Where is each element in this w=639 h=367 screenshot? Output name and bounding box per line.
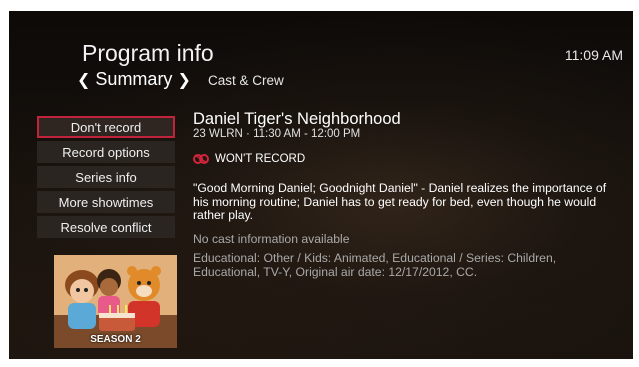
cast-info: No cast information available [193, 232, 350, 246]
record-status: WON'T RECORD [193, 153, 305, 165]
tab-summary[interactable]: ❮ Summary ❯ [77, 69, 191, 90]
clock: 11:09 AM [564, 47, 623, 63]
no-record-icon [193, 154, 209, 164]
episode-description: "Good Morning Daniel; Goodnight Daniel" … [193, 181, 607, 222]
chevron-right-icon: ❯ [177, 72, 191, 89]
tab-cast-crew[interactable]: Cast & Crew [208, 73, 284, 88]
record-status-label: WON'T RECORD [215, 153, 306, 165]
program-details: Educational: Other / Kids: Animated, Edu… [193, 251, 557, 279]
page-title: Program info [82, 40, 214, 66]
chevron-left-icon: ❮ [77, 72, 91, 89]
dont-record-button[interactable]: Don't record [37, 116, 175, 138]
tv-screen: Program info 11:09 AM ❮ Summary ❯ Cast &… [9, 11, 633, 359]
action-menu: Don't record Record options Series info … [37, 116, 175, 241]
season-label: SEASON 2 [90, 334, 141, 345]
tab-summary-label: Summary [95, 69, 173, 89]
series-info-button[interactable]: Series info [37, 166, 175, 188]
channel-time: 23 WLRN · 11:30 AM - 12:00 PM [193, 128, 361, 140]
resolve-conflict-button[interactable]: Resolve conflict [37, 216, 175, 238]
program-poster: SEASON 2 [54, 255, 177, 348]
more-showtimes-button[interactable]: More showtimes [37, 191, 175, 213]
record-options-button[interactable]: Record options [37, 141, 175, 163]
program-title: Daniel Tiger's Neighborhood [193, 110, 401, 128]
